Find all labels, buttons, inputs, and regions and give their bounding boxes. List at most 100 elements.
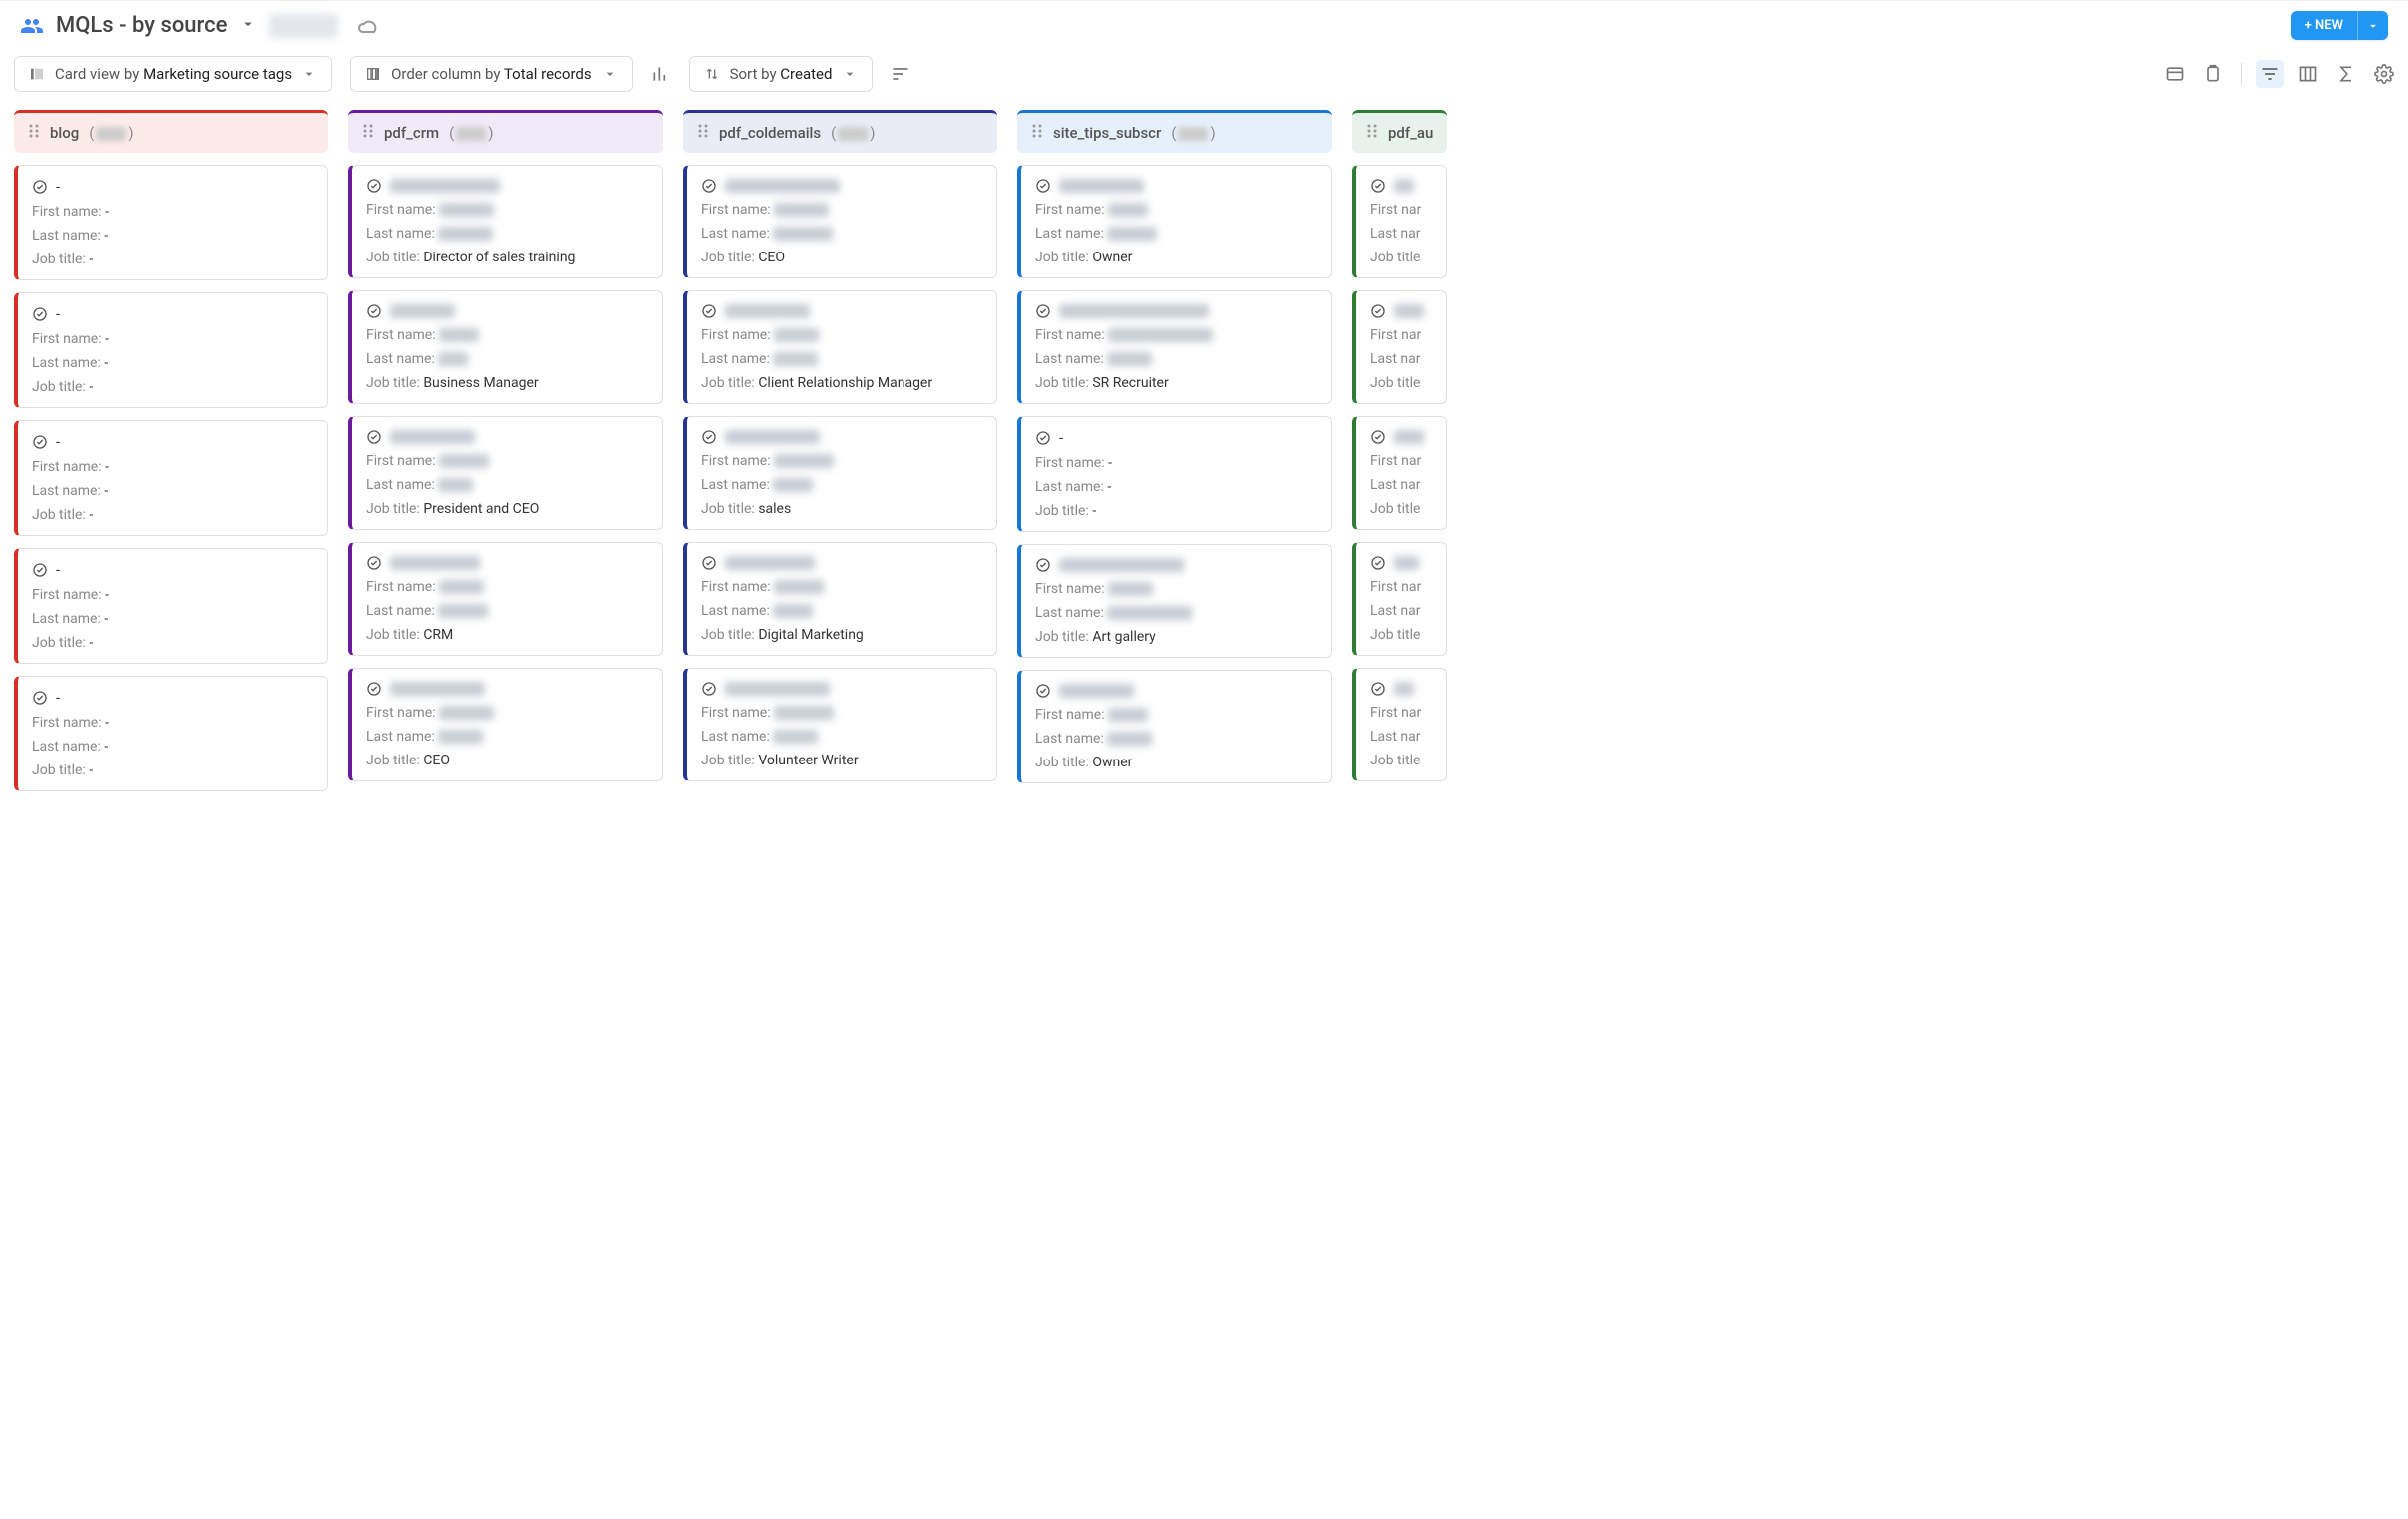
- job-title-row: Job title: [1370, 250, 1432, 265]
- grip-icon[interactable]: [1366, 123, 1378, 143]
- first-name-row: First name:: [1035, 707, 1317, 723]
- first-name-row: First nar: [1370, 453, 1432, 469]
- column-site_tips_subscr: site_tips_subscr() First name: Last name:…: [1017, 110, 1332, 1505]
- job-title-row: Job title: -: [32, 762, 313, 778]
- job-title-row: Job title: Volunteer Writer: [701, 753, 982, 768]
- card[interactable]: First name: Last name: Job title: Presid…: [348, 416, 663, 530]
- card-title: [366, 303, 648, 319]
- titlebar: MQLs - by source + NEW: [0, 1, 2408, 50]
- card[interactable]: -First name: -Last name: -Job title: -: [1017, 416, 1332, 532]
- sort-selector[interactable]: Sort by Created: [689, 56, 874, 92]
- order-column-selector[interactable]: Order column by Total records: [350, 56, 633, 92]
- card[interactable]: First narLast narJob title: [1352, 165, 1447, 278]
- sort-prefix: Sort by: [730, 65, 781, 83]
- last-name-row: Last name:: [366, 477, 648, 493]
- filter-icon[interactable]: [2256, 60, 2284, 88]
- card-view-selector[interactable]: Card view by Marketing source tags: [14, 56, 332, 92]
- card[interactable]: -First name: -Last name: -Job title: -: [14, 165, 328, 280]
- card[interactable]: -First name: -Last name: -Job title: -: [14, 292, 328, 408]
- last-name-row: Last name:: [1035, 731, 1317, 747]
- card[interactable]: -First name: -Last name: -Job title: -: [14, 420, 328, 536]
- card[interactable]: First name: Last name: Job title: Art ga…: [1017, 544, 1332, 658]
- last-name-row: Last name:: [366, 729, 648, 745]
- column-pdf_crm: pdf_crm() First name: Last name: Job titl…: [348, 110, 663, 1505]
- first-name-row: First name:: [366, 327, 648, 343]
- new-button[interactable]: + NEW: [2291, 11, 2388, 40]
- title-dropdown[interactable]: [239, 15, 257, 37]
- card[interactable]: First narLast narJob title: [1352, 416, 1447, 530]
- first-name-value: -: [105, 715, 109, 731]
- card[interactable]: First narLast narJob title: [1352, 542, 1447, 656]
- chart-icon[interactable]: [651, 64, 671, 84]
- grip-icon[interactable]: [1031, 123, 1043, 143]
- column-header[interactable]: blog(): [14, 110, 328, 153]
- card[interactable]: First name: Last name: Job title: CEO: [683, 165, 997, 278]
- card-title: [1370, 681, 1432, 697]
- card-title-text: -: [56, 433, 60, 451]
- job-title-row: Job title: -: [32, 507, 313, 523]
- columns-settings-icon[interactable]: [2298, 64, 2318, 84]
- card-title: -: [32, 561, 313, 579]
- job-title-row: Job title: -: [1035, 503, 1317, 519]
- job-title-value: Owner: [1092, 250, 1132, 265]
- column-count: (): [1171, 124, 1215, 142]
- last-name-row: Last name: -: [32, 611, 313, 627]
- new-button-label[interactable]: + NEW: [2291, 11, 2358, 40]
- card-title: [1035, 683, 1317, 699]
- chevron-down-icon: [842, 66, 858, 82]
- sort-icon: [704, 66, 720, 82]
- job-title-row: Job title: CEO: [701, 250, 982, 265]
- last-name-row: Last name: -: [32, 483, 313, 499]
- card[interactable]: First name: Last name: Job title: Volunt…: [683, 668, 997, 781]
- last-name-row: Last nar: [1370, 477, 1432, 493]
- job-title-row: Job title: [1370, 753, 1432, 768]
- job-title-value: President and CEO: [423, 501, 539, 517]
- job-title-value: -: [89, 507, 93, 523]
- card[interactable]: First name: Last name: Job title: SR Rec…: [1017, 290, 1332, 404]
- job-title-value: Digital Marketing: [758, 627, 863, 643]
- sort-bars-icon[interactable]: [891, 64, 910, 84]
- column-count: (): [449, 124, 493, 142]
- last-name-value: -: [104, 483, 108, 499]
- card[interactable]: First name: Last name: Job title: Direct…: [348, 165, 663, 278]
- column-header[interactable]: pdf_crm(): [348, 110, 663, 153]
- card[interactable]: -First name: -Last name: -Job title: -: [14, 676, 328, 791]
- column-header[interactable]: site_tips_subscr(): [1017, 110, 1332, 153]
- grip-icon[interactable]: [362, 123, 374, 143]
- gear-icon[interactable]: [2374, 64, 2394, 84]
- column-pdf_au: pdf_auFirst narLast narJob titleFirst na…: [1352, 110, 1447, 1505]
- first-name-row: First name:: [1035, 327, 1317, 343]
- card-title: [1370, 303, 1432, 319]
- grip-icon[interactable]: [28, 123, 40, 143]
- last-name-row: Last name: -: [1035, 479, 1317, 495]
- clipboard-icon[interactable]: [2203, 64, 2223, 84]
- first-name-row: First name:: [366, 453, 648, 469]
- card[interactable]: -First name: -Last name: -Job title: -: [14, 548, 328, 664]
- column-header[interactable]: pdf_au: [1352, 110, 1447, 153]
- grip-icon[interactable]: [697, 123, 709, 143]
- order-prefix: Order column by: [391, 65, 504, 83]
- last-name-row: Last name:: [366, 351, 648, 367]
- card[interactable]: First name: Last name: Job title: sales: [683, 416, 997, 530]
- card-title: [366, 178, 648, 194]
- first-name-row: First name:: [1035, 202, 1317, 218]
- column-header[interactable]: pdf_coldemails(): [683, 110, 997, 153]
- card[interactable]: First name: Last name: Job title: Digita…: [683, 542, 997, 656]
- sigma-icon[interactable]: [2336, 64, 2356, 84]
- cloud-icon[interactable]: [356, 14, 380, 38]
- card[interactable]: First name: Last name: Job title: CEO: [348, 668, 663, 781]
- card[interactable]: First name: Last name: Job title: Busine…: [348, 290, 663, 404]
- card[interactable]: First name: Last name: Job title: Owner: [1017, 165, 1332, 278]
- card-title: [366, 429, 648, 445]
- kanban-board: blog()-First name: -Last name: -Job titl…: [0, 110, 2408, 1519]
- job-title-value: -: [89, 762, 93, 778]
- card-title-text: -: [56, 561, 60, 579]
- card[interactable]: First name: Last name: Job title: Owner: [1017, 670, 1332, 783]
- card[interactable]: First narLast narJob title: [1352, 290, 1447, 404]
- card[interactable]: First name: Last name: Job title: CRM: [348, 542, 663, 656]
- new-button-dropdown[interactable]: [2358, 12, 2388, 40]
- card[interactable]: First name: Last name: Job title: Client…: [683, 290, 997, 404]
- card-layout-icon[interactable]: [2165, 64, 2185, 84]
- card[interactable]: First narLast narJob title: [1352, 668, 1447, 781]
- card-title: [366, 555, 648, 571]
